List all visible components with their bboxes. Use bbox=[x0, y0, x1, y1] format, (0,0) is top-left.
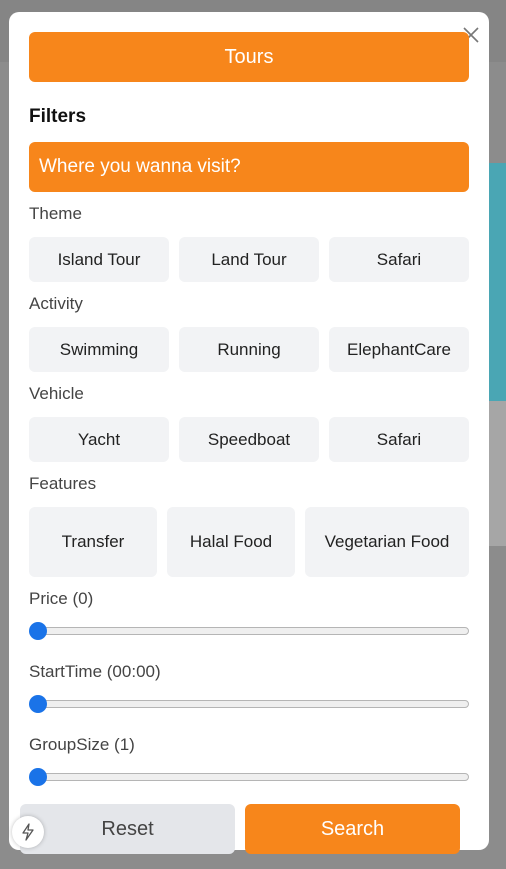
reset-button[interactable]: Reset bbox=[20, 804, 235, 854]
activity-option-elephantcare[interactable]: ElephantCare bbox=[329, 327, 469, 372]
start-time-slider-track[interactable] bbox=[37, 700, 469, 708]
feature-option-halal-food[interactable]: Halal Food bbox=[167, 507, 295, 577]
vehicle-option-yacht[interactable]: Yacht bbox=[29, 417, 169, 462]
price-slider-thumb[interactable] bbox=[29, 622, 47, 640]
start-time-label: StartTime (00:00) bbox=[29, 662, 161, 681]
start-time-slider-thumb[interactable] bbox=[29, 695, 47, 713]
destination-search-input[interactable]: Where you wanna visit? bbox=[29, 142, 469, 192]
theme-option-land-tour[interactable]: Land Tour bbox=[179, 237, 319, 282]
theme-label: Theme bbox=[29, 204, 82, 223]
theme-options: Island Tour Land Tour Safari bbox=[29, 237, 469, 282]
price-slider[interactable] bbox=[29, 622, 469, 640]
background-card bbox=[489, 401, 506, 546]
vehicle-option-speedboat[interactable]: Speedboat bbox=[179, 417, 319, 462]
filters-heading: Filters bbox=[29, 106, 87, 127]
theme-option-island-tour[interactable]: Island Tour bbox=[29, 237, 169, 282]
action-buttons: Reset Search bbox=[20, 804, 460, 854]
vehicle-label: Vehicle bbox=[29, 384, 84, 403]
features-label: Features bbox=[29, 474, 97, 493]
filter-modal: Tours Filters Where you wanna visit? The… bbox=[9, 12, 489, 850]
theme-option-safari[interactable]: Safari bbox=[329, 237, 469, 282]
vehicle-options: Yacht Speedboat Safari bbox=[29, 417, 469, 462]
tours-title-button[interactable]: Tours bbox=[29, 32, 469, 82]
vehicle-option-safari[interactable]: Safari bbox=[329, 417, 469, 462]
feature-option-transfer[interactable]: Transfer bbox=[29, 507, 157, 577]
start-time-slider[interactable] bbox=[29, 695, 469, 713]
group-size-slider-track[interactable] bbox=[37, 773, 469, 781]
lightning-icon[interactable] bbox=[12, 816, 44, 848]
activity-options: Swimming Running ElephantCare bbox=[29, 327, 469, 372]
price-label: Price (0) bbox=[29, 589, 94, 608]
activity-option-swimming[interactable]: Swimming bbox=[29, 327, 169, 372]
features-options: Transfer Halal Food Vegetarian Food bbox=[29, 507, 469, 577]
group-size-label: GroupSize (1) bbox=[29, 735, 135, 754]
price-slider-track[interactable] bbox=[37, 627, 469, 635]
group-size-slider[interactable] bbox=[29, 768, 469, 786]
background-image bbox=[489, 163, 506, 401]
feature-option-vegetarian-food[interactable]: Vegetarian Food bbox=[305, 507, 469, 577]
activity-label: Activity bbox=[29, 294, 83, 313]
group-size-slider-thumb[interactable] bbox=[29, 768, 47, 786]
activity-option-running[interactable]: Running bbox=[179, 327, 319, 372]
search-button[interactable]: Search bbox=[245, 804, 460, 854]
